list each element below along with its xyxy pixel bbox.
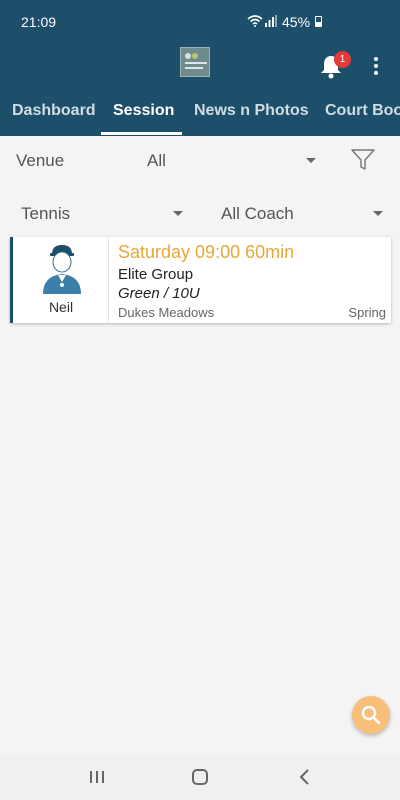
home-icon[interactable] [185,763,215,791]
recents-icon[interactable] [82,763,112,791]
coach-dropdown[interactable]: All Coach [214,198,389,228]
tab-court-book[interactable]: Court Book [325,102,400,120]
app-bar: 1 [0,40,400,90]
tab-session[interactable]: Session [113,102,174,120]
system-nav-bar [0,755,400,800]
filter-icon[interactable] [350,148,376,172]
coach-name: Neil [48,299,74,315]
club-logo [180,47,210,77]
tab-news-n-photos[interactable]: News n Photos [194,102,309,120]
sport-value: Tennis [21,204,71,223]
signal-icon [265,15,277,27]
battery-icon [315,16,322,27]
status-time: 21:09 [21,14,57,30]
sport-dropdown[interactable]: Tennis [14,198,189,228]
tab-bar: Dashboard Session News n Photos Court Bo… [0,90,400,136]
search-icon [361,705,381,725]
notification-badge: 1 [334,51,351,68]
status-bar: 21:09 45% [0,0,400,40]
session-card[interactable]: Neil Saturday 09:00 60min Elite Group Gr… [10,237,391,323]
back-icon[interactable] [290,763,320,791]
more-vert-icon[interactable] [372,55,380,77]
search-fab-button[interactable] [352,696,390,734]
session-term: Spring [348,305,386,320]
battery-percent: 45% [282,14,311,30]
coach-panel: Neil [13,237,109,323]
tab-dashboard[interactable]: Dashboard [12,102,96,120]
venue-label: Venue [16,151,65,170]
venue-value: All [147,151,166,170]
wifi-icon [247,15,263,27]
chevron-down-icon [306,158,316,163]
session-venue: Dukes Meadows [118,305,215,320]
session-title: Saturday 09:00 60min [118,242,295,262]
session-group: Elite Group [118,266,194,283]
active-tab-indicator [101,132,182,135]
coach-value: All Coach [221,204,294,223]
chevron-down-icon [173,211,183,216]
venue-dropdown[interactable]: All [140,145,320,175]
session-level: Green / 10U [118,285,200,302]
chevron-down-icon [373,211,383,216]
coach-avatar-icon [43,245,81,294]
